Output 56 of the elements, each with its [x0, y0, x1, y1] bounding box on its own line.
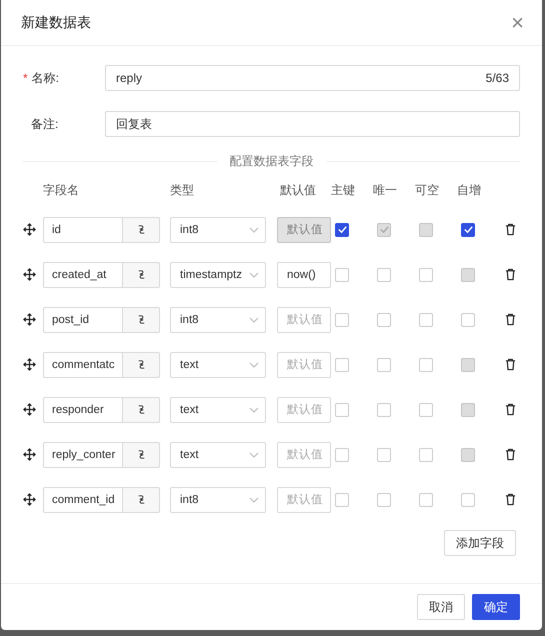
link-button[interactable] [122, 262, 160, 288]
drag-handle-icon[interactable] [23, 223, 36, 236]
confirm-button[interactable]: 确定 [472, 594, 520, 620]
required-mark: * [23, 70, 28, 84]
type-select[interactable]: int8 [170, 216, 266, 242]
drag-handle-icon[interactable] [23, 403, 36, 416]
chevron-down-icon [249, 496, 259, 502]
chevron-down-icon [249, 316, 259, 322]
delete-icon[interactable] [505, 493, 516, 506]
type-select[interactable]: text [170, 442, 266, 468]
delete-icon[interactable] [505, 313, 516, 326]
column-header: 唯一 [373, 182, 398, 199]
delete-icon[interactable] [505, 358, 516, 371]
checkbox[interactable] [461, 222, 475, 236]
checkbox[interactable] [335, 222, 349, 236]
close-button[interactable]: × [511, 12, 524, 34]
column-header: 默认值 [279, 182, 317, 199]
column-header: 类型 [170, 182, 195, 199]
link-button[interactable] [122, 442, 160, 468]
column-header: 可空 [415, 182, 440, 199]
drag-handle-icon[interactable] [23, 313, 36, 326]
type-select[interactable]: text [170, 396, 266, 422]
link-button[interactable] [122, 306, 160, 332]
link-button[interactable] [122, 486, 160, 512]
section-title: 配置数据表字段 [230, 153, 314, 170]
chevron-down-icon [249, 406, 259, 412]
chevron-down-icon [249, 362, 259, 368]
column-header: 主键 [331, 182, 356, 199]
type-select[interactable]: timestamptz [170, 262, 266, 288]
chevron-down-icon [249, 272, 259, 278]
link-button[interactable] [122, 396, 160, 422]
link-button[interactable] [122, 216, 160, 242]
drag-handle-icon[interactable] [23, 448, 36, 461]
column-header: 自增 [457, 182, 482, 199]
drag-handle-icon[interactable] [23, 358, 36, 371]
type-select[interactable]: int8 [170, 306, 266, 332]
delete-icon[interactable] [505, 448, 516, 461]
column-header: 字段名 [43, 182, 80, 199]
remark-field[interactable]: 回复表 [105, 111, 520, 137]
add-field-button[interactable]: 添加字段 [444, 530, 516, 556]
dialog-title: 新建数据表 [21, 14, 91, 32]
cancel-button[interactable]: 取消 [417, 594, 465, 620]
chevron-down-icon [249, 226, 259, 232]
delete-icon[interactable] [505, 403, 516, 416]
type-select[interactable]: text [170, 352, 266, 378]
delete-icon[interactable] [505, 268, 516, 281]
name-label-text: 名称: [32, 70, 60, 84]
name-field[interactable]: reply 5/63 [105, 65, 520, 91]
delete-icon[interactable] [505, 223, 516, 236]
drag-handle-icon[interactable] [23, 493, 36, 506]
default-value-input[interactable]: now() [277, 262, 331, 288]
remark-label: 备注: [30, 116, 60, 132]
chevron-down-icon [249, 452, 259, 458]
link-button[interactable] [122, 352, 160, 378]
type-select[interactable]: int8 [170, 486, 266, 512]
drag-handle-icon[interactable] [23, 268, 36, 281]
